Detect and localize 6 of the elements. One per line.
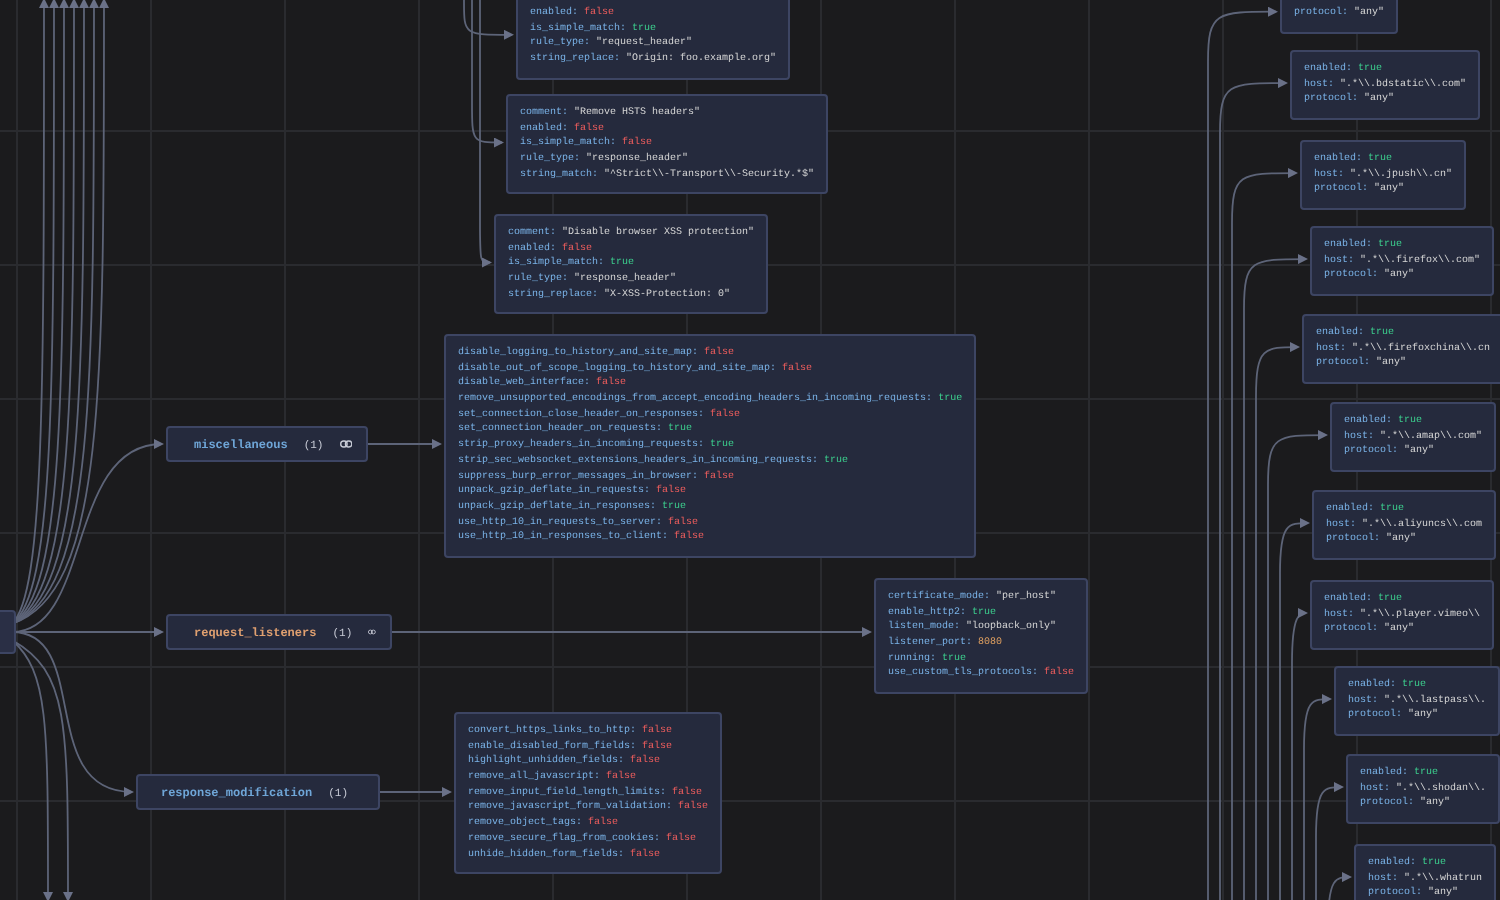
connector-line xyxy=(379,787,452,797)
link-icon[interactable] xyxy=(368,626,376,638)
connector-line xyxy=(367,439,442,449)
node-card[interactable] xyxy=(444,334,977,558)
link-icon[interactable] xyxy=(339,438,352,450)
node-card[interactable] xyxy=(454,712,723,875)
